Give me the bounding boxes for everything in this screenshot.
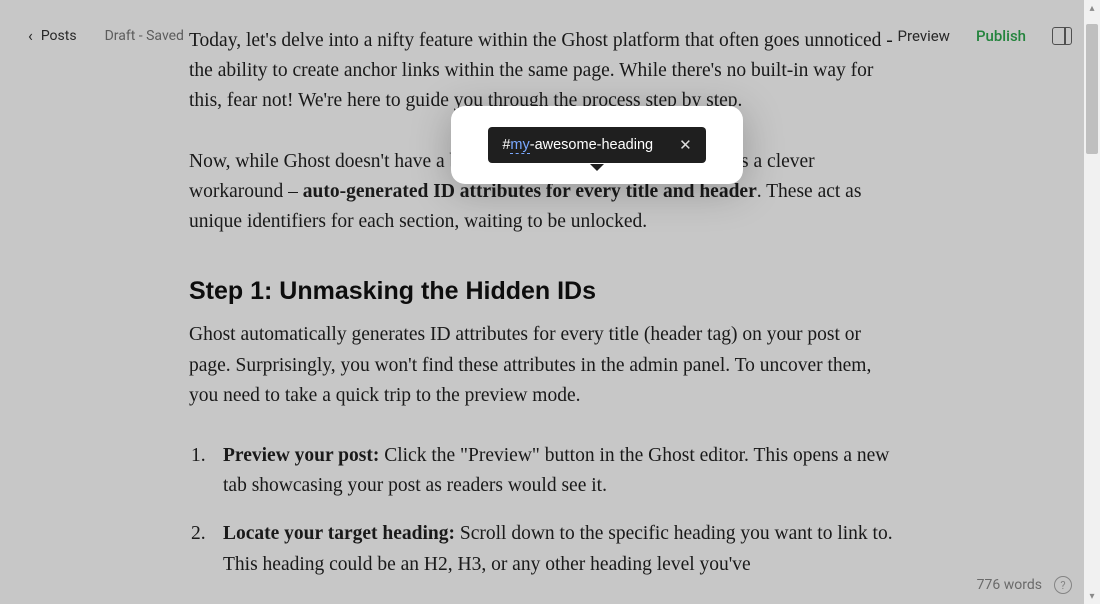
close-icon[interactable]: ✕ [679,136,692,154]
scroll-up-icon[interactable]: ▴ [1084,0,1100,16]
scroll-thumb[interactable] [1086,24,1098,154]
preview-button[interactable]: Preview [898,27,950,45]
editor-footer: 776 words ? [977,576,1072,594]
scrollbar[interactable]: ▴ ▾ [1084,0,1100,604]
list-item[interactable]: Preview your post: Click the "Preview" b… [189,441,899,501]
paragraph[interactable]: Ghost automatically generates ID attribu… [189,320,899,411]
settings-panel-icon[interactable] [1052,27,1072,45]
back-label: Posts [41,28,77,44]
step-1-heading[interactable]: Step 1: Unmasking the Hidden IDs [189,277,899,306]
link-tooltip: #my-awesome-heading ✕ [488,127,705,163]
save-status: Draft - Saved [105,28,184,44]
publish-button[interactable]: Publish [976,27,1026,45]
chevron-left-icon: ‹ [28,28,33,44]
editor-canvas[interactable]: Today, let's delve into a nifty feature … [0,0,1100,604]
help-icon[interactable]: ? [1054,576,1072,594]
word-count: 776 words [977,577,1042,593]
link-url-text[interactable]: #my-awesome-heading [502,137,653,153]
editor-topbar: ‹ Posts Draft - Saved Preview Publish [0,0,1100,72]
ordered-list[interactable]: Preview your post: Click the "Preview" b… [189,441,899,580]
scroll-down-icon[interactable]: ▾ [1084,588,1100,604]
back-to-posts[interactable]: ‹ Posts [28,28,77,44]
post-content[interactable]: Today, let's delve into a nifty feature … [189,0,899,564]
link-tooltip-popover: #my-awesome-heading ✕ [451,106,743,184]
list-item[interactable]: Locate your target heading: Scroll down … [189,519,899,579]
